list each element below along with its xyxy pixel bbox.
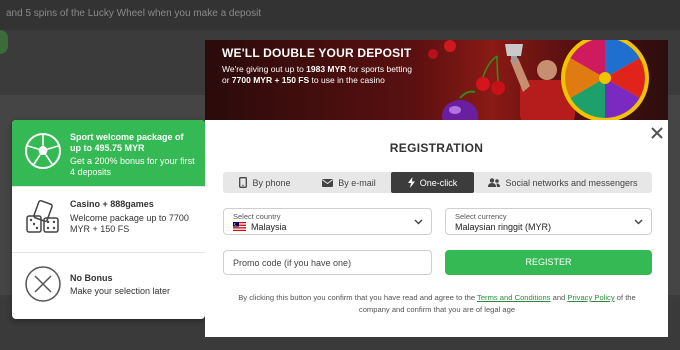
bonus-option-sport[interactable]: Sport welcome package of up to 495.75 MY… bbox=[12, 120, 205, 187]
deposit-banner: WE'LL DOUBLE YOUR DEPOSIT We're giving o… bbox=[205, 40, 668, 120]
cherries-graphic bbox=[428, 40, 505, 95]
bonus-selection-panel: Sport welcome package of up to 495.75 MY… bbox=[12, 120, 205, 319]
bonus-title: No Bonus bbox=[70, 273, 113, 283]
banner-title: WE'LL DOUBLE YOUR DEPOSIT bbox=[222, 46, 412, 60]
currency-select-value: Malaysian ringgit (MYR) bbox=[455, 222, 552, 232]
banner-line-casino: or 7700 MYR + 150 FS to use in the casin… bbox=[222, 75, 385, 85]
bonus-option-casino[interactable]: Casino + 888games Welcome package up to … bbox=[12, 187, 205, 253]
modal-title: REGISTRATION bbox=[389, 141, 484, 155]
terms-and-conditions-link[interactable]: Terms and Conditions bbox=[477, 293, 550, 302]
chevron-down-icon bbox=[414, 219, 423, 225]
register-button[interactable]: REGISTER bbox=[445, 250, 652, 275]
tab-label: One-click bbox=[419, 177, 458, 188]
envelope-icon bbox=[322, 178, 334, 187]
terms-notice: By clicking this button you confirm that… bbox=[238, 293, 636, 314]
tab-by-phone[interactable]: By phone bbox=[223, 172, 307, 193]
promo-code-input[interactable]: Promo code (if you have one) bbox=[223, 250, 432, 275]
bonus-description: Welcome package up to 7700 MYR + 150 FS bbox=[70, 213, 189, 234]
lucky-wheel-graphic bbox=[561, 40, 649, 120]
tab-label: By e-mail bbox=[338, 177, 376, 188]
country-select-value: Malaysia bbox=[251, 222, 287, 232]
no-bonus-icon bbox=[25, 266, 61, 302]
bonus-title: Sport welcome package of up to 495.75 MY… bbox=[70, 132, 184, 153]
registration-method-tabs: By phone By e-mail One-click Social netw… bbox=[223, 172, 652, 193]
tab-social-networks[interactable]: Social networks and messengers bbox=[474, 172, 652, 193]
phone-icon bbox=[239, 177, 248, 188]
tab-label: By phone bbox=[252, 177, 291, 188]
privacy-policy-link[interactable]: Privacy Policy bbox=[567, 293, 614, 302]
bonus-option-none[interactable]: No Bonus Make your selection later bbox=[12, 253, 205, 319]
football-icon bbox=[25, 133, 61, 169]
banner-sports-amount: 1983 MYR bbox=[306, 64, 347, 74]
banner-casino-amount: 7700 MYR + 150 FS bbox=[231, 75, 310, 85]
bonus-description: Make your selection later bbox=[70, 286, 171, 296]
currency-select[interactable]: Select currency Malaysian ringgit (MYR) bbox=[445, 208, 652, 235]
country-select[interactable]: Select country Malaysia bbox=[223, 208, 432, 235]
background-top-bar: and 5 spins of the Lucky Wheel when you … bbox=[0, 0, 680, 30]
tab-label: Social networks and messengers bbox=[505, 177, 638, 188]
banner-line-sports: We're giving out up to 1983 MYR for spor… bbox=[222, 64, 412, 74]
tab-one-click[interactable]: One-click bbox=[391, 172, 474, 193]
registration-modal: REGISTRATION By phone By e-mail One-clic… bbox=[205, 120, 668, 337]
casino-dice-icon bbox=[26, 199, 59, 233]
tab-by-email[interactable]: By e-mail bbox=[307, 172, 391, 193]
malaysia-flag-icon bbox=[233, 222, 246, 231]
country-select-label: Select country bbox=[233, 212, 281, 221]
background-promo-text: and 5 spins of the Lucky Wheel when you … bbox=[6, 8, 262, 19]
people-icon bbox=[488, 178, 501, 187]
bonus-title: Casino + 888games bbox=[70, 199, 154, 209]
bonus-description: Get a 200% bonus for your first 4 deposi… bbox=[70, 156, 195, 177]
chevron-down-icon bbox=[634, 219, 643, 225]
plum-graphic bbox=[442, 90, 478, 120]
lightning-icon bbox=[407, 177, 415, 188]
close-icon[interactable] bbox=[649, 125, 665, 141]
currency-select-label: Select currency bbox=[455, 212, 507, 221]
background-green-button bbox=[0, 30, 8, 54]
